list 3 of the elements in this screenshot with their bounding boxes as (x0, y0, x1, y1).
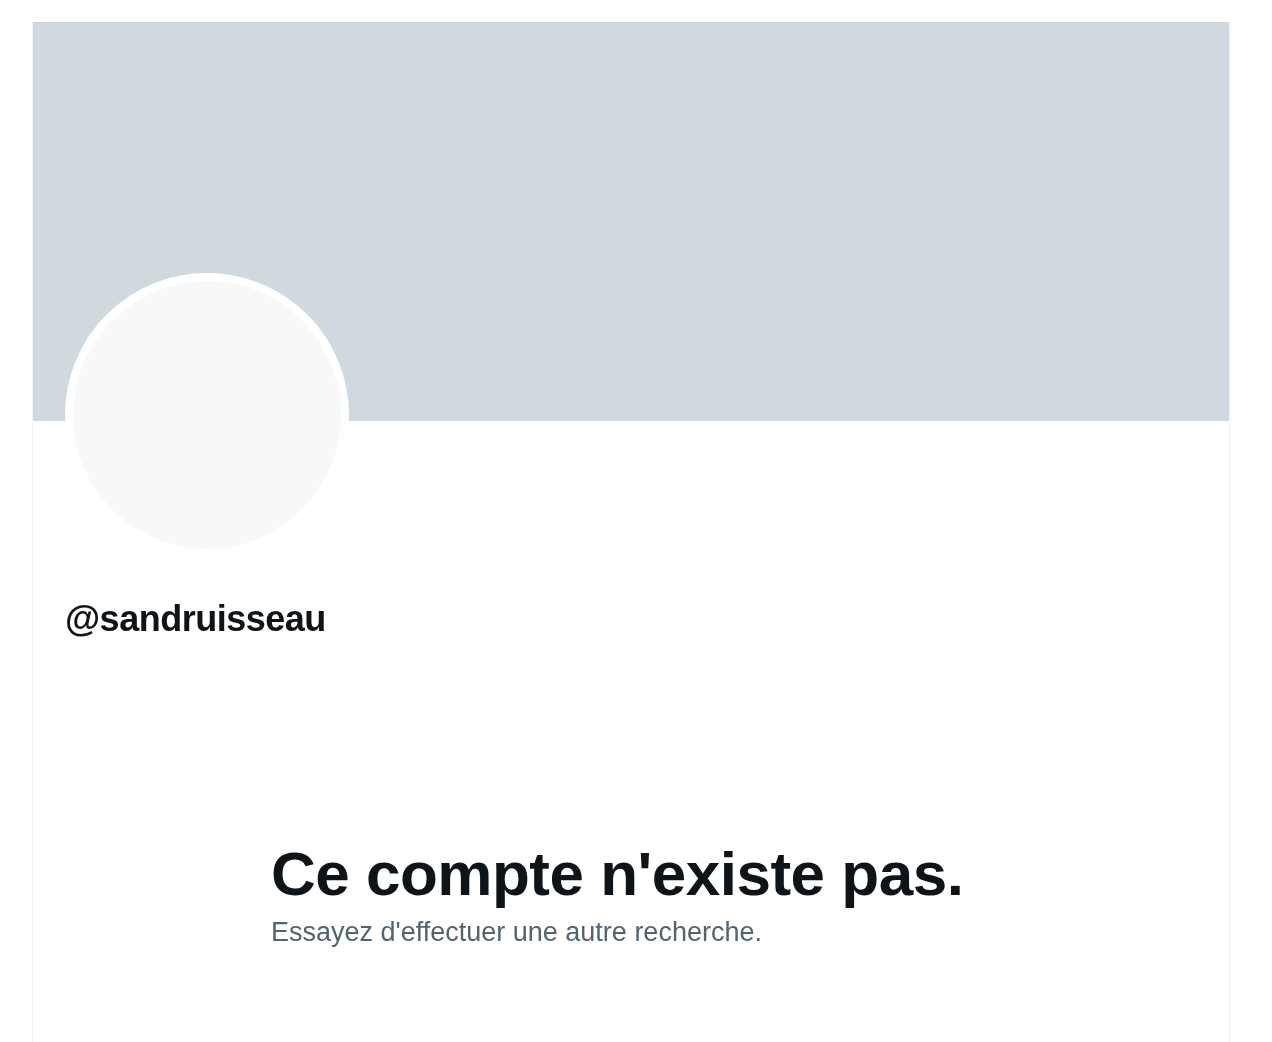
profile-handle: @sandruisseau (65, 597, 327, 641)
error-subtitle: Essayez d'effectuer une autre recherche. (271, 916, 763, 949)
error-title: Ce compte n'existe pas. (271, 838, 965, 910)
